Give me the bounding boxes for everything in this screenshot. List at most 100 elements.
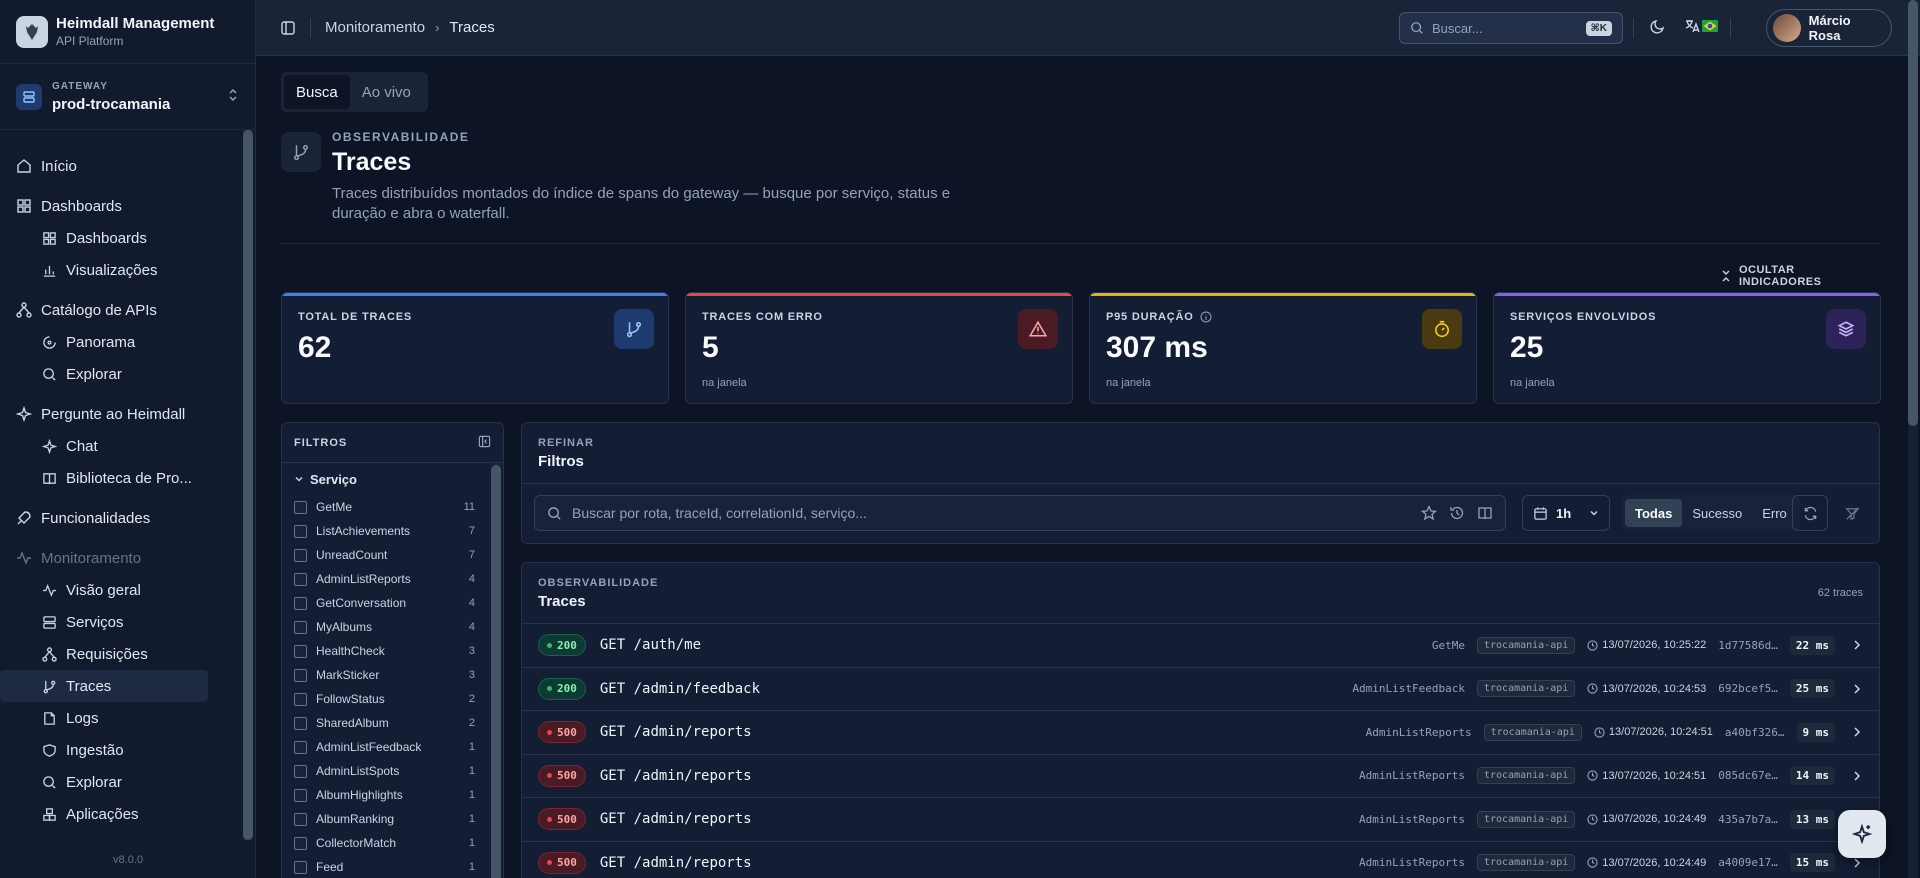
filter-checkbox[interactable]	[294, 644, 307, 658]
hide-indicators-button[interactable]: OCULTAR INDICADORES	[1721, 264, 1880, 288]
filter-checkbox[interactable]	[294, 668, 307, 682]
brazil-flag-icon[interactable]	[1702, 19, 1718, 35]
nav-group-pergunte[interactable]: Pergunte ao Heimdall	[0, 398, 240, 430]
filter-checkbox[interactable]	[294, 788, 307, 802]
table-row[interactable]: 500 GET /admin/reports AdminListReports tro…	[522, 840, 1879, 878]
filter-option-count: 1	[468, 861, 475, 873]
nav-item-visualizacoes[interactable]: Visualizações	[0, 254, 208, 286]
page-scrollbar[interactable]	[1908, 0, 1918, 878]
tab-busca[interactable]: Busca	[284, 75, 350, 109]
filter-checkbox[interactable]	[294, 740, 307, 754]
filter-option[interactable]: AdminListSpots 1	[282, 759, 503, 783]
nav-group-catalogo[interactable]: Catálogo de APIs	[0, 294, 240, 326]
history-icon[interactable]	[1449, 505, 1465, 521]
filter-checkbox[interactable]	[294, 620, 307, 634]
star-icon[interactable]	[1421, 505, 1437, 521]
filter-option[interactable]: SharedAlbum 2	[282, 711, 503, 735]
trace-id: 692bcef5…	[1718, 682, 1778, 696]
table-row[interactable]: 200 GET /admin/feedback AdminListFeedback t…	[522, 666, 1879, 711]
filter-option[interactable]: AlbumRanking 1	[282, 807, 503, 831]
nav-item-aplicacoes[interactable]: Aplicações	[0, 798, 208, 830]
nav-item-requisicoes[interactable]: Requisições	[0, 638, 208, 670]
book-open-icon[interactable]	[1477, 505, 1493, 521]
nav-item-visao-geral[interactable]: Visão geral	[0, 574, 208, 606]
filter-option[interactable]: UnreadCount 7	[282, 543, 503, 567]
nav-item-ingestao[interactable]: Ingestão	[0, 734, 208, 766]
sidebar-toggle-icon[interactable]	[280, 20, 296, 36]
language-icon[interactable]	[1684, 18, 1700, 37]
gateway-selector[interactable]: GATEWAY prod-trocamania	[0, 64, 255, 130]
assistant-fab-button[interactable]	[1838, 810, 1886, 858]
chevron-right-icon[interactable]	[1851, 683, 1863, 695]
filter-checkbox[interactable]	[294, 548, 307, 562]
filter-group-servico[interactable]: Serviço	[282, 463, 503, 495]
scrollbar-thumb[interactable]	[243, 130, 253, 840]
filter-option[interactable]: CollectorMatch 1	[282, 831, 503, 855]
scrollbar-thumb[interactable]	[491, 465, 501, 878]
filter-option[interactable]: GetMe 11	[282, 495, 503, 519]
table-row[interactable]: 500 GET /admin/reports AdminListReports tro…	[522, 753, 1879, 798]
filter-checkbox[interactable]	[294, 596, 307, 610]
trace-duration: 15 ms	[1789, 853, 1835, 873]
filters-scrollbar[interactable]	[491, 463, 501, 878]
filter-option[interactable]: MarkSticker 3	[282, 663, 503, 687]
filter-option[interactable]: AdminListReports 4	[282, 567, 503, 591]
filter-checkbox[interactable]	[294, 764, 307, 778]
nav-group-dashboards[interactable]: Dashboards	[0, 190, 240, 222]
filter-option[interactable]: MyAlbums 4	[282, 615, 503, 639]
filter-option[interactable]: HealthCheck 3	[282, 639, 503, 663]
nav-item-panorama[interactable]: Panorama	[0, 326, 208, 358]
brand[interactable]: Heimdall Management API Platform	[0, 0, 255, 64]
filter-checkbox[interactable]	[294, 812, 307, 826]
table-row[interactable]: 200 GET /auth/me GetMe trocamania-api 13/07/…	[522, 623, 1879, 667]
filter-checkbox[interactable]	[294, 524, 307, 538]
filter-checkbox[interactable]	[294, 500, 307, 514]
nav-item-traces[interactable]: Traces	[0, 670, 208, 702]
filter-checkbox[interactable]	[294, 716, 307, 730]
refresh-button[interactable]	[1792, 495, 1828, 531]
scrollbar-thumb[interactable]	[1908, 0, 1918, 426]
filter-option[interactable]: FollowStatus 2	[282, 687, 503, 711]
trace-search-input[interactable]: Buscar por rota, traceId, correlationId,…	[534, 495, 1506, 531]
filter-checkbox[interactable]	[294, 572, 307, 586]
filter-checkbox[interactable]	[294, 692, 307, 706]
nav-item-logs[interactable]: Logs	[0, 702, 208, 734]
nav-item-biblioteca[interactable]: Biblioteca de Pro...	[0, 462, 208, 494]
info-icon[interactable]	[1200, 311, 1212, 323]
nav-item-explorar[interactable]: Explorar	[0, 766, 208, 798]
table-row[interactable]: 500 GET /admin/reports AdminListReports tro…	[522, 710, 1879, 754]
nav-inicio[interactable]: Início	[0, 150, 240, 182]
rocket-icon	[17, 511, 31, 525]
chevron-right-icon[interactable]	[1851, 726, 1863, 738]
filter-option[interactable]: ListAchievements 7	[282, 519, 503, 543]
nav-group-monitoramento[interactable]: Monitoramento	[0, 542, 240, 574]
moon-icon[interactable]	[1650, 18, 1666, 37]
filter-option[interactable]: AlbumHighlights 1	[282, 783, 503, 807]
panel-collapse-icon[interactable]	[478, 435, 491, 451]
chevron-right-icon[interactable]	[1851, 770, 1863, 782]
nav-funcionalidades[interactable]: Funcionalidades	[0, 502, 240, 534]
time-range-select[interactable]: 1h	[1522, 495, 1610, 531]
user-menu[interactable]: Márcio Rosa	[1766, 9, 1892, 47]
filter-option[interactable]: AdminListFeedback 1	[282, 735, 503, 759]
chevron-right-icon[interactable]	[1851, 857, 1863, 869]
clear-filters-button[interactable]	[1834, 495, 1870, 531]
segment-sucesso[interactable]: Sucesso	[1682, 499, 1752, 527]
breadcrumb-monitoramento[interactable]: Monitoramento	[325, 19, 425, 36]
nav-item-chat[interactable]: Chat	[0, 430, 208, 462]
filter-option[interactable]: Feed 1	[282, 855, 503, 878]
filter-checkbox[interactable]	[294, 860, 307, 874]
nav-item-explorar-catalogo[interactable]: Explorar	[0, 358, 208, 390]
filter-option[interactable]: GetConversation 4	[282, 591, 503, 615]
table-row[interactable]: 500 GET /admin/reports AdminListReports tro…	[522, 797, 1879, 841]
segment-erro[interactable]: Erro	[1752, 499, 1797, 527]
nav-item-servicos[interactable]: Serviços	[0, 606, 208, 638]
filter-option-label: GetMe	[316, 500, 353, 514]
sidebar-scrollbar[interactable]	[243, 130, 253, 840]
global-search[interactable]: Buscar... ⌘K	[1399, 12, 1623, 44]
segment-todas[interactable]: Todas	[1625, 499, 1683, 527]
filter-checkbox[interactable]	[294, 836, 307, 850]
tab-ao-vivo[interactable]: Ao vivo	[350, 75, 423, 109]
chevron-right-icon[interactable]	[1851, 639, 1863, 651]
nav-item-dashboards[interactable]: Dashboards	[0, 222, 208, 254]
